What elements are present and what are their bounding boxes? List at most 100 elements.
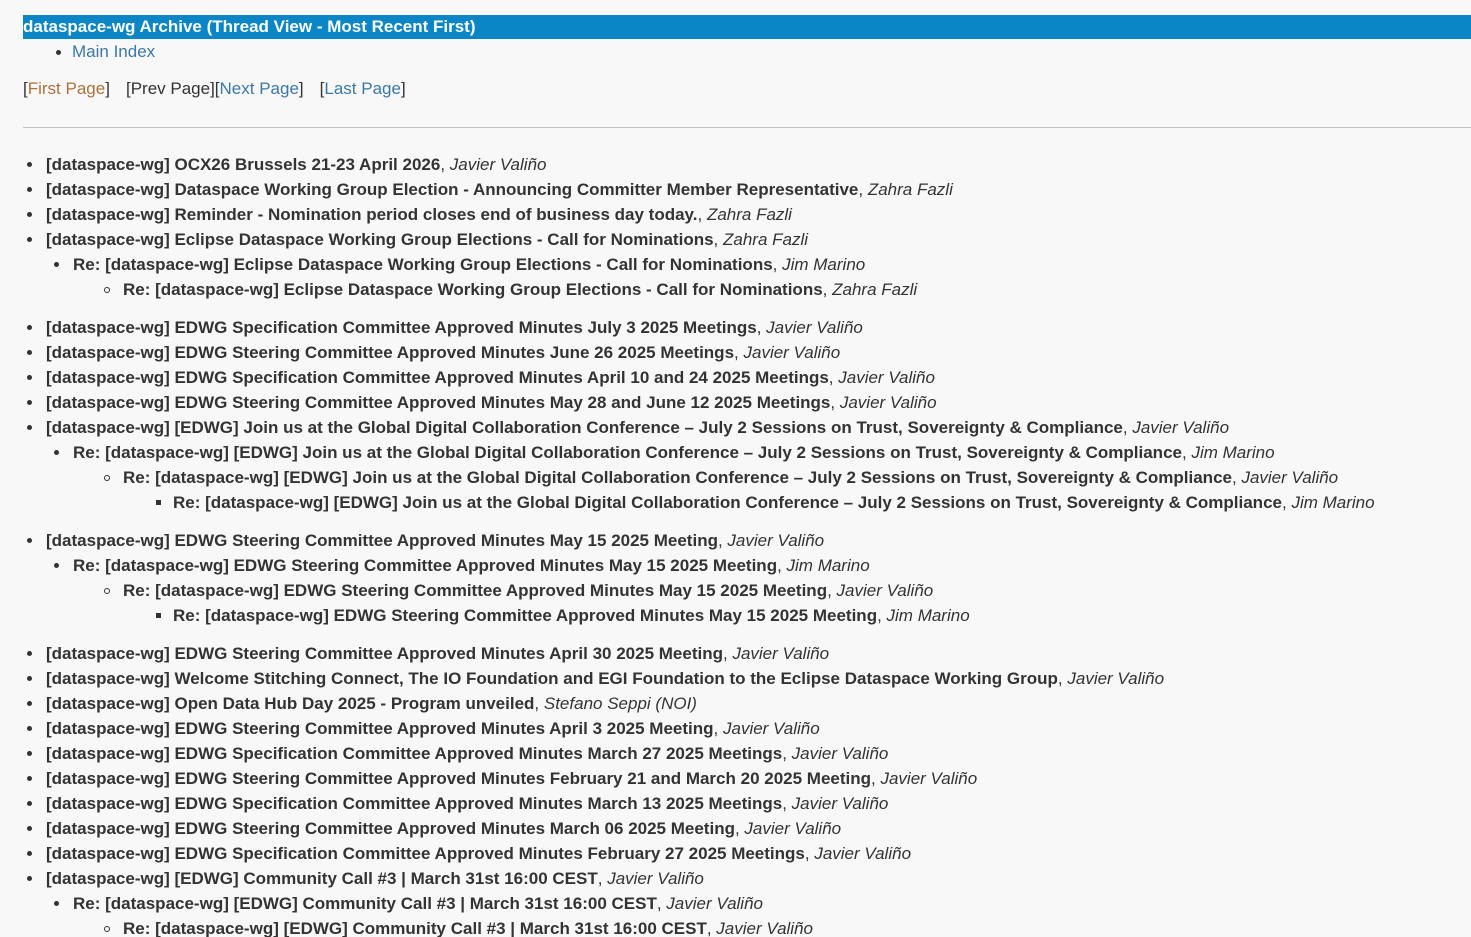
thread-subject-link[interactable]: Re: [dataspace-wg] [EDWG] Community Call… bbox=[73, 894, 657, 913]
thread-author: Zahra Fazli bbox=[867, 180, 953, 199]
bullet-icon bbox=[27, 237, 32, 242]
thread-subject-link[interactable]: [dataspace-wg] Welcome Stitching Connect… bbox=[46, 669, 1058, 688]
reply-item: Re: [dataspace-wg] EDWG Steering Committ… bbox=[0, 553, 1471, 578]
thread-author: Javier Valiño bbox=[722, 719, 820, 738]
thread-subject-link[interactable]: [dataspace-wg] EDWG Steering Committee A… bbox=[46, 343, 734, 362]
bullet-icon bbox=[27, 676, 32, 681]
thread-author: Javier Valiño bbox=[1241, 468, 1339, 487]
last-page-link[interactable]: Last Page bbox=[324, 79, 401, 98]
bullet-icon bbox=[27, 701, 32, 706]
bullet-icon bbox=[156, 613, 161, 618]
thread-author: Javier Valiño bbox=[449, 155, 547, 174]
bullet-icon bbox=[27, 425, 32, 430]
thread-item: [dataspace-wg] Eclipse Dataspace Working… bbox=[0, 227, 1471, 252]
thread-subject-link[interactable]: [dataspace-wg] [EDWG] Join us at the Glo… bbox=[46, 418, 1123, 437]
thread-item: [dataspace-wg] EDWG Steering Committee A… bbox=[0, 390, 1471, 415]
thread-subject-link[interactable]: Re: [dataspace-wg] EDWG Steering Committ… bbox=[123, 581, 827, 600]
thread-item: [dataspace-wg] EDWG Specification Commit… bbox=[0, 365, 1471, 390]
thread-subject-link[interactable]: Re: [dataspace-wg] EDWG Steering Committ… bbox=[73, 556, 777, 575]
thread-item: [dataspace-wg] [EDWG] Join us at the Glo… bbox=[0, 415, 1471, 440]
bullet-icon bbox=[27, 776, 32, 781]
bullet-icon bbox=[27, 187, 32, 192]
thread-subject-link[interactable]: [dataspace-wg] EDWG Steering Committee A… bbox=[46, 393, 830, 412]
thread-item: [dataspace-wg] EDWG Specification Commit… bbox=[0, 315, 1471, 340]
thread-subject-link[interactable]: [dataspace-wg] EDWG Steering Committee A… bbox=[46, 819, 735, 838]
thread-item: [dataspace-wg] EDWG Specification Commit… bbox=[0, 741, 1471, 766]
thread-author: Javier Valiño bbox=[839, 393, 937, 412]
thread-subject-link[interactable]: [dataspace-wg] EDWG Specification Commit… bbox=[46, 844, 805, 863]
bullet-icon bbox=[104, 588, 110, 594]
bullet-icon bbox=[54, 450, 59, 455]
thread-subject-link[interactable]: Re: [dataspace-wg] EDWG Steering Committ… bbox=[173, 606, 877, 625]
bullet-icon bbox=[27, 851, 32, 856]
thread-item: [dataspace-wg] EDWG Steering Committee A… bbox=[0, 766, 1471, 791]
thread-subject-link[interactable]: [dataspace-wg] EDWG Steering Committee A… bbox=[46, 644, 723, 663]
thread-subject-link[interactable]: [dataspace-wg] EDWG Steering Committee A… bbox=[46, 769, 871, 788]
thread-subject-link[interactable]: Re: [dataspace-wg] [EDWG] Community Call… bbox=[123, 919, 707, 937]
thread-author: Zahra Fazli bbox=[723, 230, 809, 249]
bullet-icon bbox=[54, 563, 59, 568]
reply-item: Re: [dataspace-wg] [EDWG] Join us at the… bbox=[0, 465, 1471, 490]
thread-item: [dataspace-wg] Welcome Stitching Connect… bbox=[0, 666, 1471, 691]
thread-author: Javier Valiño bbox=[743, 343, 841, 362]
main-index-item: Main Index bbox=[54, 41, 155, 63]
bullet-icon bbox=[27, 162, 32, 167]
bullet-icon bbox=[27, 751, 32, 756]
thread-subject-link[interactable]: [dataspace-wg] EDWG Specification Commit… bbox=[46, 368, 829, 387]
main-index-link[interactable]: Main Index bbox=[72, 42, 155, 61]
thread-subject-link[interactable]: [dataspace-wg] OCX26 Brussels 21-23 Apri… bbox=[46, 155, 440, 174]
thread-subject-link[interactable]: [dataspace-wg] Reminder - Nomination per… bbox=[46, 205, 697, 224]
bullet-icon bbox=[54, 901, 59, 906]
thread-author: Javier Valiño bbox=[838, 368, 935, 387]
thread-author: Javier Valiño bbox=[880, 769, 978, 788]
bullet-icon bbox=[104, 287, 110, 293]
thread-author: Jim Marino bbox=[782, 255, 866, 274]
thread-item: [dataspace-wg] EDWG Specification Commit… bbox=[0, 841, 1471, 866]
next-page-link[interactable]: Next Page bbox=[220, 79, 299, 98]
thread-author: Javier Valiño bbox=[1132, 418, 1230, 437]
thread-author: Stefano Seppi (NOI) bbox=[543, 694, 697, 713]
bullet-icon bbox=[27, 400, 32, 405]
thread-author: Jim Marino bbox=[1191, 443, 1275, 462]
reply-item: Re: [dataspace-wg] [EDWG] Join us at the… bbox=[0, 440, 1471, 465]
thread-subject-link[interactable]: [dataspace-wg] EDWG Steering Committee A… bbox=[46, 719, 714, 738]
page-title: dataspace-wg Archive (Thread View - Most… bbox=[23, 15, 1471, 39]
thread-subject-link[interactable]: Re: [dataspace-wg] Eclipse Dataspace Wor… bbox=[73, 255, 773, 274]
reply-item: Re: [dataspace-wg] EDWG Steering Committ… bbox=[0, 578, 1471, 603]
thread-subject-link[interactable]: [dataspace-wg] EDWG Specification Commit… bbox=[46, 744, 782, 763]
thread-author: Javier Valiño bbox=[744, 819, 842, 838]
thread-subject-link[interactable]: [dataspace-wg] EDWG Specification Commit… bbox=[46, 318, 757, 337]
thread-author: Javier Valiño bbox=[791, 794, 889, 813]
thread-subject-link[interactable]: [dataspace-wg] [EDWG] Community Call #3 … bbox=[46, 869, 598, 888]
thread-author: Javier Valiño bbox=[716, 919, 813, 937]
thread-subject-link[interactable]: [dataspace-wg] EDWG Specification Commit… bbox=[46, 794, 782, 813]
bullet-icon bbox=[27, 325, 32, 330]
bullet-icon bbox=[104, 475, 110, 481]
thread-subject-link[interactable]: Re: [dataspace-wg] Eclipse Dataspace Wor… bbox=[123, 280, 823, 299]
bullet-icon bbox=[104, 926, 110, 932]
bullet-icon bbox=[27, 375, 32, 380]
bullet-icon bbox=[156, 500, 161, 505]
thread-author: Jim Marino bbox=[786, 556, 870, 575]
thread-subject-link[interactable]: Re: [dataspace-wg] [EDWG] Join us at the… bbox=[123, 468, 1232, 487]
bullet-icon bbox=[27, 212, 32, 217]
thread-subject-link[interactable]: [dataspace-wg] EDWG Steering Committee A… bbox=[46, 531, 718, 550]
main-index-list: Main Index bbox=[54, 41, 155, 63]
first-page-link[interactable]: First Page bbox=[28, 79, 105, 98]
divider bbox=[23, 127, 1471, 128]
thread-list: [dataspace-wg] OCX26 Brussels 21-23 Apri… bbox=[0, 152, 1471, 937]
bullet-icon bbox=[27, 651, 32, 656]
thread-item: [dataspace-wg] [EDWG] Community Call #3 … bbox=[0, 866, 1471, 891]
thread-author: Zahra Fazli bbox=[832, 280, 918, 299]
thread-subject-link[interactable]: [dataspace-wg] Open Data Hub Day 2025 - … bbox=[46, 694, 534, 713]
thread-subject-link[interactable]: [dataspace-wg] Eclipse Dataspace Working… bbox=[46, 230, 714, 249]
thread-subject-link[interactable]: Re: [dataspace-wg] [EDWG] Join us at the… bbox=[73, 443, 1182, 462]
bullet-icon bbox=[27, 538, 32, 543]
thread-author: Javier Valiño bbox=[1067, 669, 1165, 688]
thread-item: [dataspace-wg] Reminder - Nomination per… bbox=[0, 202, 1471, 227]
thread-author: Javier Valiño bbox=[732, 644, 830, 663]
pager: [First Page] [Prev Page][Next Page] [Last … bbox=[23, 79, 406, 98]
thread-author: Javier Valiño bbox=[814, 844, 912, 863]
thread-subject-link[interactable]: Re: [dataspace-wg] [EDWG] Join us at the… bbox=[173, 493, 1282, 512]
thread-subject-link[interactable]: [dataspace-wg] Dataspace Working Group E… bbox=[46, 180, 858, 199]
